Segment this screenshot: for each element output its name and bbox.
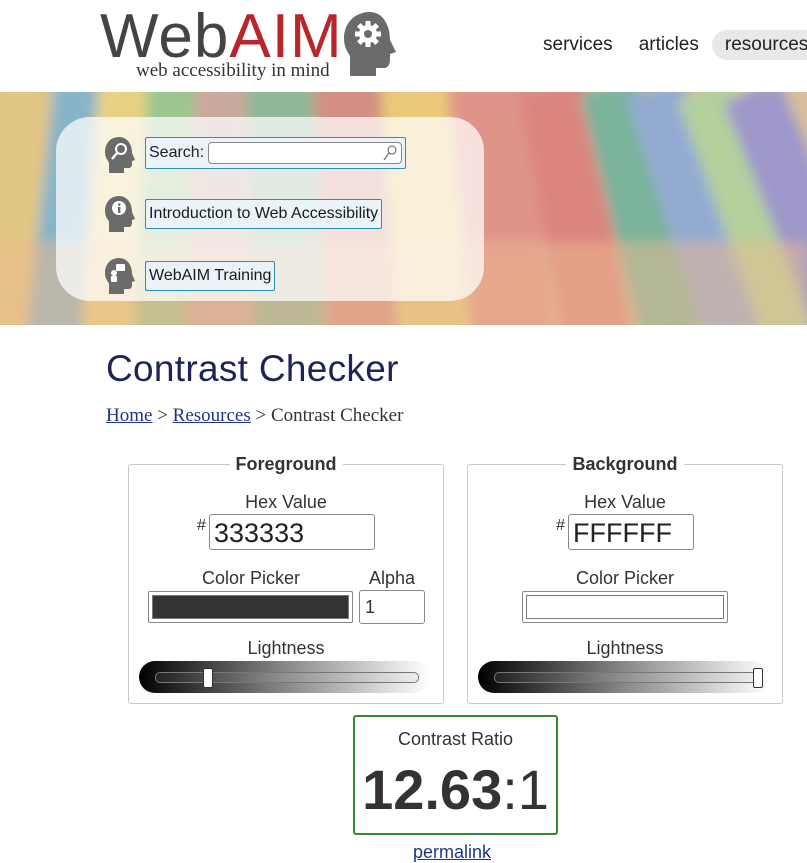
search-head-icon <box>105 137 135 173</box>
background-panel: Background Hex Value # FFFFFF Color Pick… <box>467 454 783 704</box>
search-input[interactable] <box>208 142 403 164</box>
logo-wordmark: WebAIM <box>100 6 343 68</box>
background-hex-label: Hex Value <box>584 492 666 512</box>
foreground-alpha-label: Alpha <box>368 568 416 588</box>
foreground-color-picker[interactable] <box>148 591 353 623</box>
hero-banner: Search: Introduction to Web Accessibilit… <box>0 92 807 325</box>
nav-articles[interactable]: articles <box>626 30 712 60</box>
background-color-swatch <box>526 595 724 619</box>
webaim-training-link[interactable]: WebAIM Training <box>145 261 276 291</box>
contrast-ratio-box: Contrast Ratio 12.63:1 <box>353 715 558 835</box>
search-row: Search: <box>145 137 407 169</box>
search-form: Search: <box>145 137 407 169</box>
background-hex-input[interactable]: FFFFFF <box>568 514 694 550</box>
foreground-hex-input[interactable]: 333333 <box>209 514 375 550</box>
background-color-picker[interactable] <box>522 591 728 623</box>
contrast-ratio-number: 12.63 <box>362 758 503 821</box>
breadcrumb-current: Contrast Checker <box>270 405 404 426</box>
contrast-ratio-value: 12.63:1 <box>355 757 556 823</box>
foreground-color-picker-label: Color Picker <box>201 568 301 588</box>
background-lightness-label: Lightness <box>586 638 664 658</box>
page-title: Contrast Checker <box>106 348 399 389</box>
background-slider-track <box>494 672 758 683</box>
main-nav: services articles resources <box>530 30 807 60</box>
foreground-slider-thumb[interactable] <box>202 668 213 688</box>
breadcrumb-separator: > <box>250 405 271 426</box>
quick-links-panel: Search: Introduction to Web Accessibilit… <box>56 117 484 301</box>
site-header: WebAIM web accessibility in mind service… <box>0 0 807 92</box>
intro-row: Introduction to Web Accessibility <box>145 199 383 229</box>
nav-resources[interactable]: resources <box>711 30 807 60</box>
breadcrumb-home-link[interactable]: Home <box>106 405 152 426</box>
foreground-lightness-slider[interactable] <box>139 661 431 693</box>
background-slider-thumb[interactable] <box>753 668 763 688</box>
permalink-link[interactable]: permalink <box>413 842 491 863</box>
foreground-panel: Foreground Hex Value # 333333 Color Pick… <box>128 454 444 704</box>
background-lightness-slider[interactable] <box>478 661 770 693</box>
breadcrumb-separator: > <box>152 405 173 426</box>
background-hash: # <box>556 517 565 534</box>
foreground-legend: Foreground <box>129 454 443 475</box>
foreground-alpha-input[interactable]: 1 <box>359 590 425 624</box>
foreground-lightness-label: Lightness <box>247 638 325 658</box>
foreground-hash: # <box>197 517 206 534</box>
foreground-hex-label: Hex Value <box>245 492 327 512</box>
webaim-logo[interactable]: WebAIM web accessibility in mind <box>100 6 400 86</box>
foreground-color-swatch <box>152 595 349 619</box>
contrast-ratio-label: Contrast Ratio <box>397 729 514 749</box>
intro-to-web-accessibility-link[interactable]: Introduction to Web Accessibility <box>145 199 383 229</box>
breadcrumb: Home > Resources > Contrast Checker <box>106 405 403 427</box>
nav-services[interactable]: services <box>530 30 626 60</box>
breadcrumb-resources-link[interactable]: Resources <box>173 405 251 426</box>
foreground-slider-track <box>155 672 419 683</box>
info-head-icon <box>105 196 135 232</box>
contrast-ratio-suffix: :1 <box>502 758 549 821</box>
search-label: Search: <box>149 144 205 161</box>
magnifier-icon[interactable] <box>383 145 397 161</box>
training-row: WebAIM Training <box>145 261 276 291</box>
training-head-icon <box>105 258 135 294</box>
gear-head-icon <box>344 12 396 76</box>
logo-tagline: web accessibility in mind <box>136 60 330 81</box>
background-color-picker-label: Color Picker <box>575 568 675 588</box>
background-legend: Background <box>468 454 782 475</box>
